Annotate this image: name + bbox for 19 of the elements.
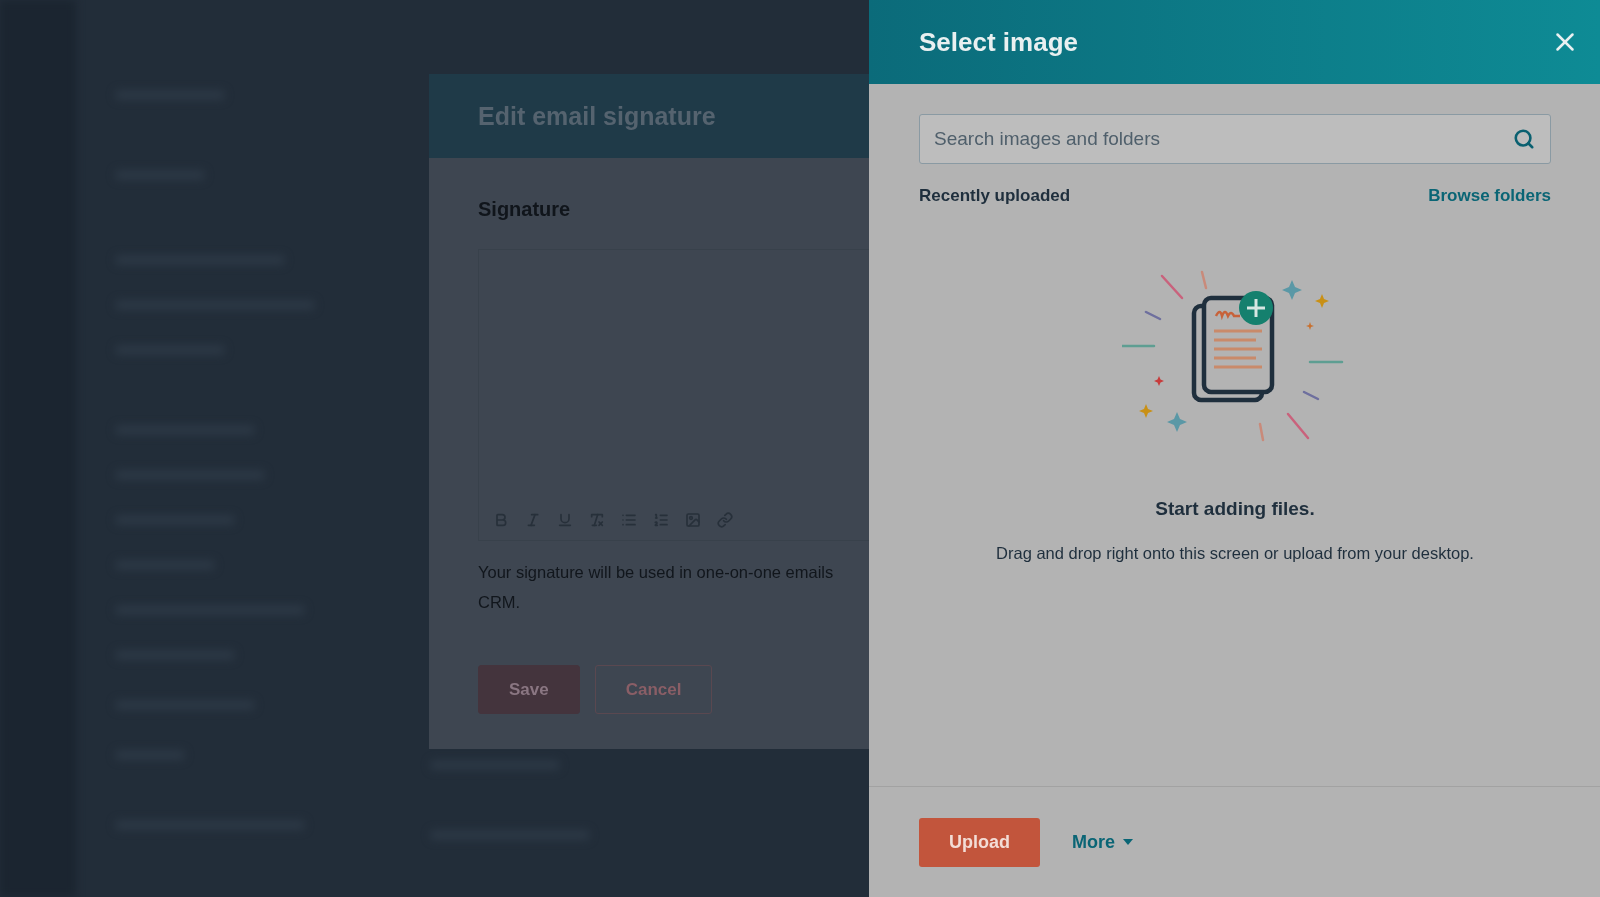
section-title: Recently uploaded (919, 186, 1071, 206)
panel-title: Select image (919, 26, 1078, 58)
more-dropdown[interactable]: More (1072, 831, 1133, 853)
empty-state-description: Drag and drop right onto this screen or upload from your desktop. (996, 544, 1474, 563)
save-button[interactable]: Save (478, 665, 580, 714)
caret-icon (1123, 839, 1133, 845)
cancel-button[interactable]: Cancel (594, 665, 713, 714)
image-icon[interactable] (685, 512, 701, 528)
italic-icon[interactable] (525, 512, 541, 528)
numbered-list-icon[interactable] (653, 512, 669, 528)
upload-button[interactable]: Upload (919, 817, 1040, 867)
clear-format-icon[interactable] (589, 512, 605, 528)
underline-icon[interactable] (557, 512, 573, 528)
bold-icon[interactable] (493, 512, 509, 528)
empty-state-title: Start adding files. (1155, 498, 1315, 520)
search-icon[interactable] (1513, 128, 1535, 150)
search-field[interactable]: Search images and folders (919, 114, 1551, 164)
browse-folders-link[interactable]: Browse folders (1428, 186, 1551, 206)
link-icon[interactable] (717, 512, 733, 528)
